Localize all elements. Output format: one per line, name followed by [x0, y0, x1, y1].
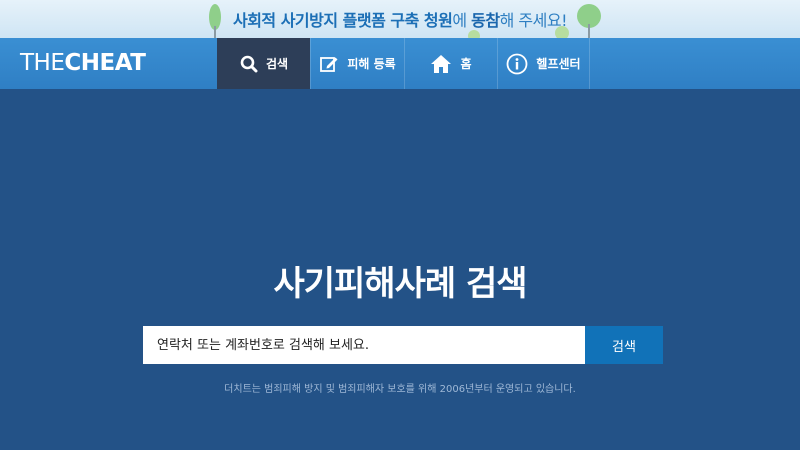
search-input[interactable]: [143, 326, 585, 364]
banner-text-join: 동참: [471, 11, 500, 30]
nav-item-report-label: 피해 등록: [347, 57, 396, 71]
search-button[interactable]: 검색: [585, 326, 663, 364]
logo-text-the: THE: [20, 50, 65, 76]
nav-menu: 검색 피해 등록 홈 헬프센터: [217, 38, 590, 89]
search-icon: [240, 55, 258, 73]
nav-item-report[interactable]: 피해 등록: [310, 38, 404, 89]
nav-item-home[interactable]: 홈: [404, 38, 497, 89]
nav-item-help-label: 헬프센터: [536, 57, 581, 71]
tree-icon: [555, 26, 569, 38]
banner-text-petition: 사회적 사기방지 플랫폼 구축 청원: [232, 11, 453, 30]
nav-item-search[interactable]: 검색: [217, 38, 310, 89]
thecheat-logo[interactable]: THECHEAT: [20, 38, 146, 89]
page-title: 사기피해사례 검색: [273, 264, 527, 304]
main-navbar: THECHEAT 검색 피해 등록 홈 헬프센터: [0, 38, 800, 89]
petition-banner[interactable]: 사회적 사기방지 플랫폼 구축 청원에 동참해 주세요!: [0, 0, 800, 38]
nav-item-help[interactable]: 헬프센터: [497, 38, 590, 89]
tree-icon: [206, 4, 224, 38]
edit-icon: [319, 54, 339, 74]
info-icon: [506, 53, 528, 75]
tree-icon: [575, 4, 603, 38]
logo-text-cheat: CHEAT: [64, 50, 146, 76]
nav-item-search-label: 검색: [265, 57, 289, 71]
tree-icon: [468, 30, 480, 38]
nav-item-home-label: 홈: [460, 57, 472, 71]
home-icon: [430, 54, 452, 74]
banner-text-particle: 에: [452, 11, 472, 30]
banner-text[interactable]: 사회적 사기방지 플랫폼 구축 청원에 동참해 주세요!: [232, 7, 568, 31]
service-caption: 더치트는 범죄피해 방지 및 범죄피해자 보호를 위해 2006년부터 운영되고…: [224, 384, 576, 395]
